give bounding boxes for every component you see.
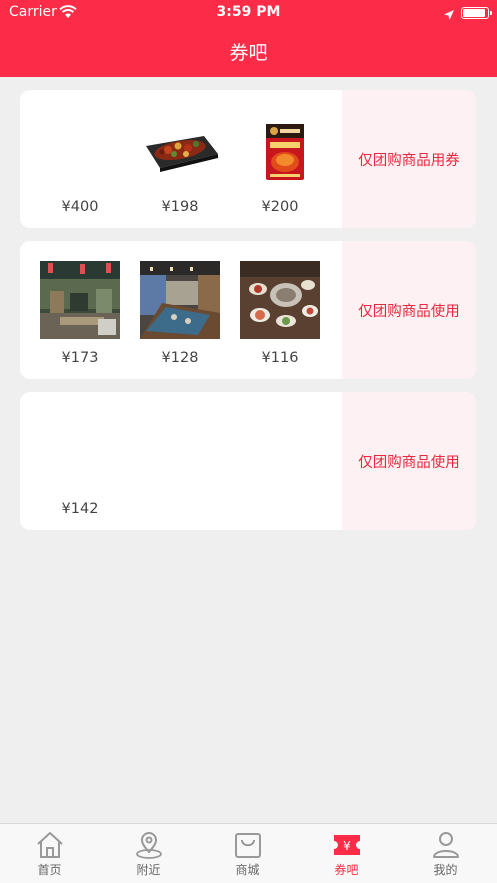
tab-nearby[interactable]: 附近	[99, 824, 198, 883]
tab-label: 附近	[136, 863, 161, 877]
coupon-note: 仅团购商品使用	[358, 303, 460, 320]
coupon-item[interactable]: ¥142	[35, 392, 125, 530]
tab-mine[interactable]: 我的	[396, 824, 495, 883]
item-price: ¥142	[61, 501, 99, 517]
coupon-ticket-icon: ¥	[334, 835, 360, 855]
coupon-item[interactable]: ¥200	[235, 90, 325, 228]
home-icon	[37, 832, 63, 858]
location-pin-icon	[136, 832, 162, 859]
coupon-note-panel: 仅团购商品使用	[342, 241, 476, 379]
status-bar: Carrier 3:59 PM	[0, 0, 497, 26]
clock: 3:59 PM	[216, 4, 281, 20]
tab-bar: 首页 附近 商城 ¥ 券吧 我的	[0, 823, 497, 883]
coupon-card[interactable]: ¥142 仅团购商品使用	[20, 392, 476, 530]
coupon-item[interactable]: ¥116	[235, 241, 325, 379]
tab-home[interactable]: 首页	[0, 824, 99, 883]
location-arrow-icon	[443, 6, 455, 25]
item-price: ¥200	[261, 199, 299, 215]
coupon-note-panel: 仅团购商品用券	[342, 90, 476, 228]
tab-label: 券吧	[334, 863, 359, 877]
page-title: 券吧	[229, 42, 268, 64]
hotpot-seasoning-pack-image	[240, 110, 320, 188]
user-icon	[433, 832, 459, 858]
coupon-item[interactable]: ¥173	[35, 241, 125, 379]
tab-label: 我的	[433, 863, 458, 877]
item-price: ¥400	[61, 199, 99, 215]
coupon-item[interactable]: ¥198	[135, 90, 225, 228]
hotpot-table-spread-image	[240, 261, 320, 339]
item-price: ¥128	[161, 350, 199, 366]
restaurant-interior-image	[40, 261, 120, 339]
restaurant-dining-room-image	[140, 261, 220, 339]
coupon-note-panel: 仅团购商品使用	[342, 392, 476, 530]
tab-label: 首页	[37, 863, 62, 877]
item-price: ¥198	[161, 199, 199, 215]
coupon-item[interactable]: ¥128	[135, 241, 225, 379]
item-price: ¥173	[61, 350, 99, 366]
coupon-note: 仅团购商品使用	[358, 454, 460, 471]
tab-label: 商城	[235, 863, 260, 877]
nav-header: Carrier 3:59 PM 券吧	[0, 0, 497, 77]
shopping-bag-icon	[235, 833, 261, 858]
coupon-item[interactable]: ¥400	[35, 90, 125, 228]
tab-mall[interactable]: 商城	[198, 824, 297, 883]
svg-text:¥: ¥	[343, 839, 351, 853]
tab-coupon[interactable]: ¥ 券吧	[297, 824, 396, 883]
battery-icon	[461, 7, 492, 19]
coupon-card[interactable]: ¥173 ¥128 ¥116 仅团购商品使用	[20, 241, 476, 379]
grill-pan-food-image	[140, 110, 220, 188]
item-price: ¥116	[261, 350, 299, 366]
coupon-note: 仅团购商品用券	[358, 152, 460, 169]
coupon-card[interactable]: ¥400 ¥198 ¥200 仅团购商品用券	[20, 90, 476, 228]
